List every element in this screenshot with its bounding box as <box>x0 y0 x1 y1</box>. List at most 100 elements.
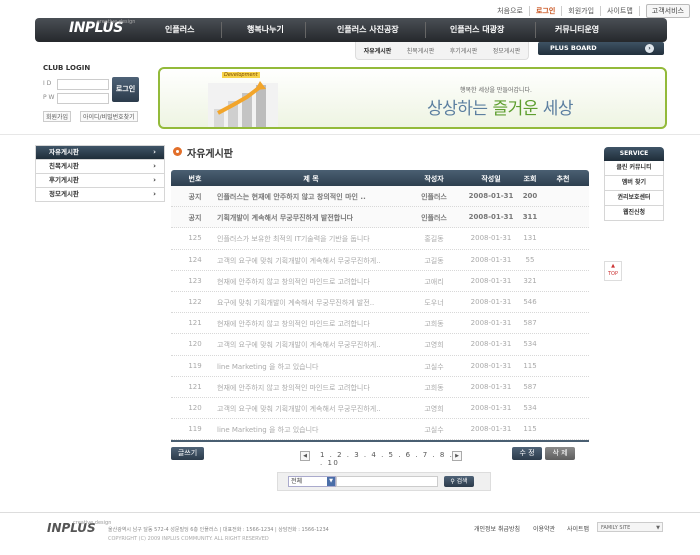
cell-views: 131 <box>523 234 537 243</box>
cell-title[interactable]: line Marketing 을 하고 있습니다 <box>217 362 319 372</box>
divider <box>0 134 700 135</box>
pw-label: P W <box>43 94 55 101</box>
table-row[interactable]: 124 고객의 요구에 맞춰 기획개발이 계속해서 무궁무진하게.. 고길동 2008… <box>171 250 589 271</box>
submenu-free-board[interactable]: 자유게시판 <box>364 46 392 55</box>
service-webzine[interactable]: 웹진신청 <box>604 206 664 221</box>
nav-divider <box>305 22 306 38</box>
home-link[interactable]: 처음으로 <box>491 6 530 16</box>
customer-service-button[interactable]: 고객서비스 <box>645 4 690 18</box>
next-page-icon[interactable]: ▶ <box>452 451 462 461</box>
table-row[interactable]: 122 요구에 맞춰 기획개발이 계속해서 무궁무진하게 발전.. 도우너 2008-… <box>171 292 589 314</box>
cell-date: 2008-01-31 <box>470 319 512 328</box>
footer-address: 울산광역시 남구 달동 572-4 성문빌딩 6층 인플러스 | 대표전화 : … <box>108 527 329 533</box>
col-title: 제 목 <box>303 175 319 183</box>
cell-title[interactable]: 현재에 안주하지 않고 창의적인 마인드로 고려합니다 <box>217 383 370 393</box>
footer-terms-link[interactable]: 이용약관 <box>533 524 555 533</box>
search-input[interactable] <box>336 476 438 487</box>
nav-item-plaza[interactable]: 인플러스 대광장 <box>450 24 504 35</box>
table-row[interactable]: 119 line Marketing 을 하고 있습니다 고실수 2008-01-31… <box>171 356 589 377</box>
submenu-review-board[interactable]: 후기게시판 <box>450 46 478 55</box>
cell-date: 2008-01-31 <box>470 382 512 391</box>
arrow-right-icon: › <box>645 44 654 53</box>
nav-item-inplus[interactable]: 인플러스 <box>165 24 194 35</box>
table-row[interactable]: 공지 기획개발이 계속해서 무궁무진하게 발전합니다 인플러스 2008-01-31 3… <box>171 207 589 229</box>
table-row[interactable]: 121 현재에 안주하지 않고 창의적인 마인드로 고려합니다 고희동 2008-01… <box>171 313 589 335</box>
sidebar-item-review-board[interactable]: 후기게시판 › <box>35 174 165 188</box>
table-row[interactable]: 120 고객의 요구에 맞춰 기획개발이 계속해서 무궁무진하게.. 고영희 2008… <box>171 334 589 356</box>
login-button[interactable]: 로그인 <box>112 77 139 102</box>
footer-copyright: COPYRIGHT (C) 2009 INPLUS COMMUNITY. ALL… <box>108 536 269 542</box>
logo[interactable]: INPLUS creative design <box>69 19 135 36</box>
cell-no: 공지 <box>188 193 202 201</box>
table-bottom-line <box>171 440 589 443</box>
cell-date: 2008-01-31 <box>470 340 512 349</box>
cell-title[interactable]: 현재에 안주하지 않고 창의적인 마인드로 고려합니다 <box>217 277 370 287</box>
family-site-select[interactable]: FAMILY SITE ▼ <box>597 522 663 532</box>
cell-title[interactable]: line Marketing 을 하고 있습니다 <box>217 425 319 435</box>
nav-divider <box>535 22 536 38</box>
delete-button[interactable]: 삭 제 <box>545 447 575 460</box>
cell-title[interactable]: 인플러스가 보유한 최적의 IT기술력을 기반을 둡니다 <box>217 234 370 244</box>
footer-privacy-link[interactable]: 개인정보 취급방침 <box>474 524 520 533</box>
sidebar-item-free-board[interactable]: 자유게시판 › <box>35 145 165 160</box>
plus-board-button[interactable]: PLUS BOARD › <box>538 42 664 55</box>
find-account-button[interactable]: 아이디/비밀번호찾기 <box>80 111 138 122</box>
id-label: I D <box>43 80 52 87</box>
nav-item-community[interactable]: 커뮤니티운영 <box>555 24 599 35</box>
password-input[interactable] <box>57 93 109 104</box>
page-title: 자유게시판 <box>187 149 233 160</box>
cell-author: 고길동 <box>424 256 444 265</box>
submenu-meeting-board[interactable]: 정모게시판 <box>493 46 521 55</box>
cell-title[interactable]: 인플러스는 현재에 안주하지 않고 창의적인 마인 .. <box>217 192 366 202</box>
table-row[interactable]: 119 line Marketing 을 하고 있습니다 고실수 2008-01-31… <box>171 419 589 441</box>
scroll-top-button[interactable]: ▲ TOP <box>604 261 622 281</box>
submenu-friend-board[interactable]: 친목게시판 <box>407 46 435 55</box>
cell-title[interactable]: 현재에 안주하지 않고 창의적인 마인드로 고려합니다 <box>217 319 370 329</box>
nav-item-happy[interactable]: 행복나누기 <box>247 24 284 35</box>
footer-tagline: creative design <box>73 520 112 526</box>
cell-author: 인플러스 <box>421 214 447 223</box>
join-link[interactable]: 회원가입 <box>562 6 602 16</box>
cell-date: 2008-01-31 <box>468 192 514 200</box>
table-row[interactable]: 123 현재에 안주하지 않고 창의적인 마인드로 고려합니다 고애리 2008-01… <box>171 271 589 292</box>
cell-no: 124 <box>188 255 202 264</box>
table-header: 번호 제 목 작성자 작성일 조회 추천 <box>171 170 589 186</box>
service-rights-center[interactable]: 권리보호센터 <box>604 191 664 206</box>
footer-sitemap-link[interactable]: 사이트맵 <box>567 524 589 533</box>
cell-title[interactable]: 기획개발이 계속해서 무궁무진하게 발전합니다 <box>217 213 353 223</box>
table-row[interactable]: 120 고객의 요구에 맞춰 기획개발이 계속해서 무궁무진하게.. 고영희 2008… <box>171 398 589 420</box>
growth-chart-icon <box>208 81 278 127</box>
utility-links: 처음으로 로그인 회원가입 사이트맵 고객서비스 <box>491 4 690 18</box>
cell-views: 55 <box>525 255 535 264</box>
login-link[interactable]: 로그인 <box>530 6 563 16</box>
cell-title[interactable]: 고객의 요구에 맞춰 기획개발이 계속해서 무궁무진하게.. <box>217 404 381 414</box>
search-button[interactable]: ⚲ 검색 <box>444 476 474 487</box>
prev-page-icon[interactable]: ◀ <box>300 451 310 461</box>
cell-no: 120 <box>188 340 202 349</box>
cell-views: 534 <box>523 340 537 349</box>
table-row[interactable]: 공지 인플러스는 현재에 안주하지 않고 창의적인 마인 .. 인플러스 2008-0… <box>171 186 589 208</box>
table-row[interactable]: 125 인플러스가 보유한 최적의 IT기술력을 기반을 둡니다 홍길동 2008-0… <box>171 228 589 250</box>
sitemap-link[interactable]: 사이트맵 <box>601 6 640 16</box>
id-input[interactable] <box>57 79 109 90</box>
plus-board-label: PLUS BOARD <box>550 44 597 52</box>
page-numbers[interactable]: 1 . 2 . 3 . 4 . 5 . 6 . 7 . 8 . 9 . 10 <box>320 451 463 467</box>
edit-button[interactable]: 수 정 <box>512 447 542 460</box>
cell-title[interactable]: 고객의 요구에 맞춰 기획개발이 계속해서 무궁무진하게.. <box>217 256 381 266</box>
nav-item-photo[interactable]: 인플러스 사진공장 <box>337 24 399 35</box>
sidebar-item-friend-board[interactable]: 친목게시판 › <box>35 160 165 174</box>
table-body: 공지 인플러스는 현재에 안주하지 않고 창의적인 마인 .. 인플러스 2008-0… <box>171 186 589 441</box>
service-clean-community[interactable]: 클린 커뮤니티 <box>604 161 664 176</box>
table-row[interactable]: 121 현재에 안주하지 않고 창의적인 마인드로 고려합니다 고희동 2008-01… <box>171 377 589 398</box>
write-button[interactable]: 글쓰기 <box>171 447 204 460</box>
service-find-member[interactable]: 멤버 찾기 <box>604 176 664 191</box>
cell-author: 고영희 <box>424 404 444 413</box>
banner-slogan: 상상하는 즐거운 세상 <box>427 99 574 119</box>
search-scope-select[interactable]: 전체 ▼ <box>288 476 336 487</box>
cell-title[interactable]: 요구에 맞춰 기획개발이 계속해서 무궁무진하게 발전.. <box>217 298 374 308</box>
join-button[interactable]: 회원가입 <box>43 111 72 122</box>
sidebar-item-meeting-board[interactable]: 정모게시판 › <box>35 188 165 202</box>
cell-views: 587 <box>523 319 537 328</box>
cell-title[interactable]: 고객의 요구에 맞춰 기획개발이 계속해서 무궁무진하게.. <box>217 340 381 350</box>
cell-author: 홍길동 <box>424 235 444 244</box>
